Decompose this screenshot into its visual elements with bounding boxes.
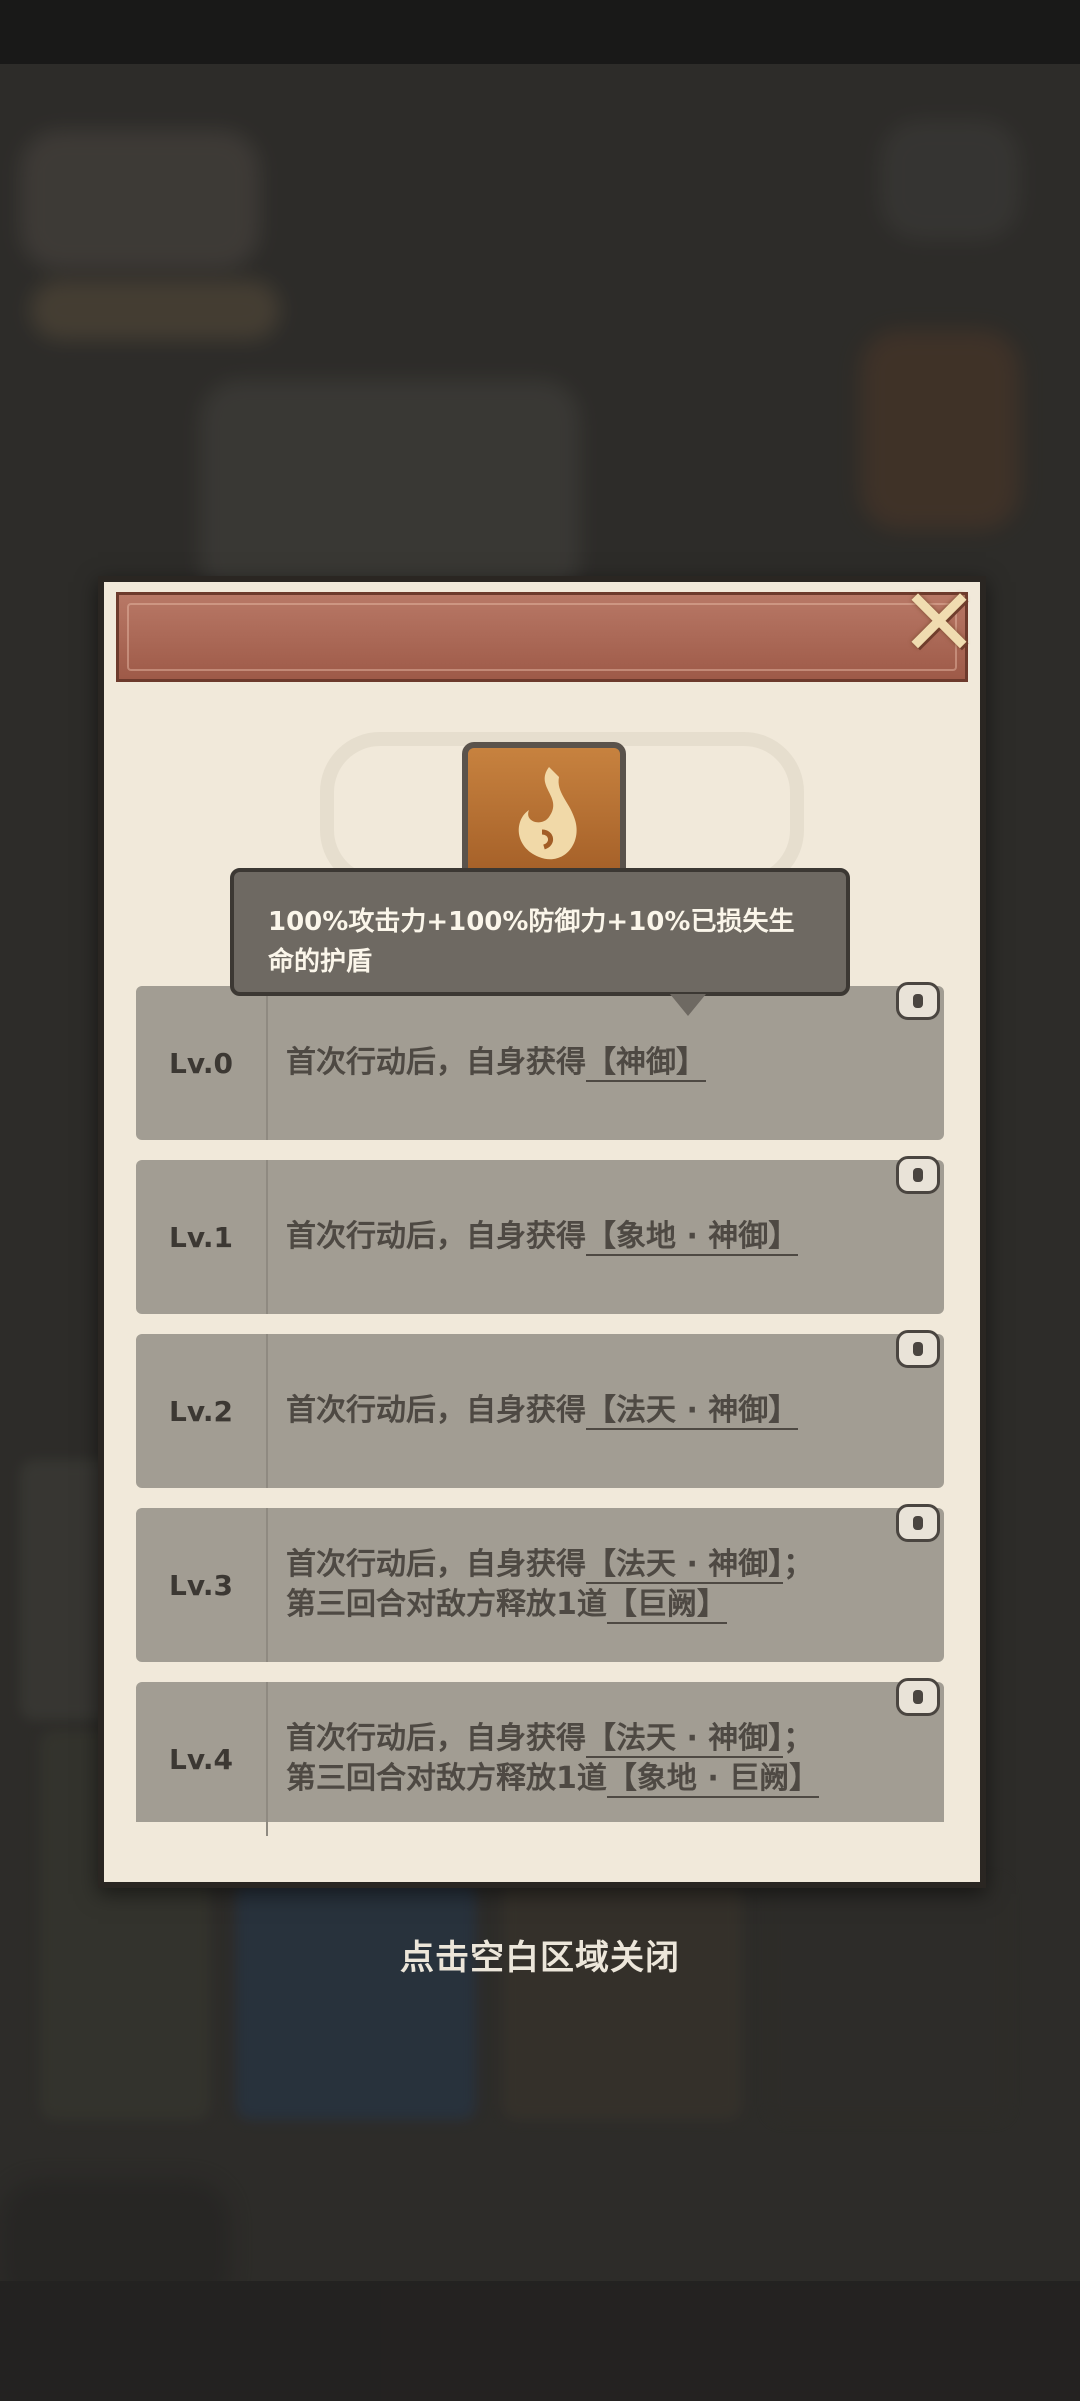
lock-icon [896, 1156, 940, 1194]
effect-tag-link[interactable]: 【象地 · 神御】 [586, 1219, 799, 1256]
effect-text: 首次行动后，自身获得 [286, 1721, 586, 1756]
level-label: Lv.3 [136, 1508, 268, 1662]
close-icon[interactable]: ✕ [896, 577, 982, 671]
lock-icon [896, 1678, 940, 1716]
level-row: Lv.0 首次行动后，自身获得【神御】 [136, 982, 944, 1140]
tooltip-text: 100%攻击力+100%防御力+10%已损失生命的护盾 [268, 907, 795, 977]
lock-icon [896, 1504, 940, 1542]
level-label: Lv.2 [136, 1334, 268, 1488]
modal-header [116, 592, 968, 682]
lock-icon [896, 1330, 940, 1368]
effect-tag-link[interactable]: 【巨阙】 [606, 1587, 727, 1624]
effect-tag-link[interactable]: 【法天 · 神御】 [586, 1721, 784, 1758]
lock-icon [896, 982, 940, 1020]
effect-text: 首次行动后，自身获得 [286, 1393, 586, 1428]
level-description: 首次行动后，自身获得【法天 · 神御】； 第三回合对敌方释放1道【巨阙】 [286, 1508, 926, 1662]
effect-tag-link[interactable]: 【神御】 [586, 1045, 706, 1082]
level-row: Lv.4 首次行动后，自身获得【法天 · 神御】； 第三回合对敌方释放1道【象地… [136, 1678, 944, 1836]
effect-tag-link[interactable]: 【法天 · 神御】 [586, 1547, 784, 1584]
punctuation: ； [783, 1721, 814, 1756]
level-description: 首次行动后，自身获得【神御】 [286, 986, 926, 1140]
level-label: Lv.1 [136, 1160, 268, 1314]
level-row: Lv.3 首次行动后，自身获得【法天 · 神御】； 第三回合对敌方释放1道【巨阙… [136, 1504, 944, 1662]
effect-text: 首次行动后，自身获得 [286, 1045, 586, 1080]
effect-text: 首次行动后，自身获得 [286, 1547, 586, 1582]
level-description: 首次行动后，自身获得【法天 · 神御】 [286, 1334, 926, 1488]
level-description: 首次行动后，自身获得【法天 · 神御】； 第三回合对敌方释放1道【象地 · 巨阙… [286, 1682, 926, 1836]
buff-tooltip: 100%攻击力+100%防御力+10%已损失生命的护盾 [230, 868, 850, 1016]
effect-text: 首次行动后，自身获得 [286, 1219, 586, 1254]
effect-tag-link[interactable]: 【法天 · 神御】 [586, 1393, 799, 1430]
level-label: Lv.0 [136, 986, 268, 1140]
level-row: Lv.2 首次行动后，自身获得【法天 · 神御】 [136, 1330, 944, 1488]
effect-text: 第三回合对敌方释放1道 [286, 1761, 607, 1796]
close-hint-text: 点击空白区域关闭 [400, 1938, 680, 1978]
effect-tag-link[interactable]: 【象地 · 巨阙】 [606, 1761, 820, 1798]
punctuation: ； [783, 1547, 814, 1582]
level-row: Lv.1 首次行动后，自身获得【象地 · 神御】 [136, 1156, 944, 1314]
effect-text: 第三回合对敌方释放1道 [286, 1587, 607, 1622]
level-label: Lv.4 [136, 1682, 268, 1836]
level-description: 首次行动后，自身获得【象地 · 神御】 [286, 1160, 926, 1314]
